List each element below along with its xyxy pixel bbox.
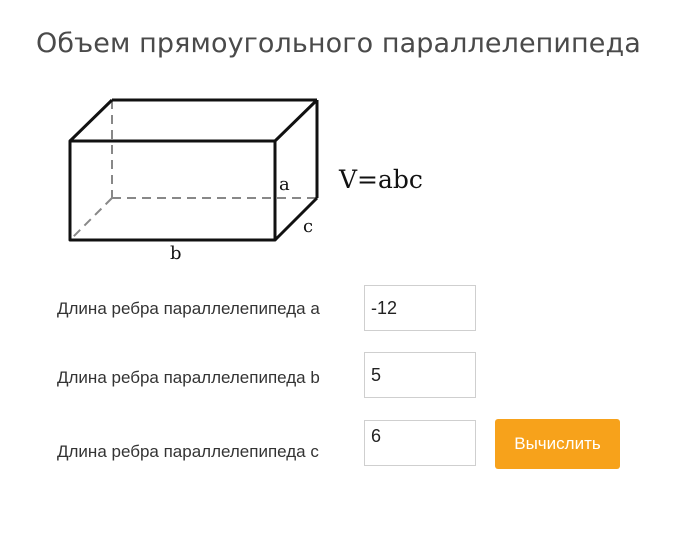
edge-c-input[interactable] <box>364 420 476 466</box>
field-label-c: Длина ребра параллелепипеда c <box>57 442 319 461</box>
field-label-b: Длина ребра параллелепипеда b <box>57 368 320 387</box>
edge-b-input[interactable] <box>364 352 476 398</box>
volume-formula: V=abc <box>338 165 423 194</box>
edge-a-input[interactable] <box>364 285 476 331</box>
edge-c-label: c <box>303 216 313 237</box>
page-title: Объем прямоугольного параллелепипеда <box>36 28 641 59</box>
parallelepiped-diagram: a b c V=abc <box>68 98 423 264</box>
edge-b-label: b <box>170 243 182 264</box>
calculate-button[interactable]: Вычислить <box>495 419 620 469</box>
edge-a-label: a <box>279 174 290 195</box>
field-label-a: Длина ребра параллелепипеда a <box>57 299 320 318</box>
